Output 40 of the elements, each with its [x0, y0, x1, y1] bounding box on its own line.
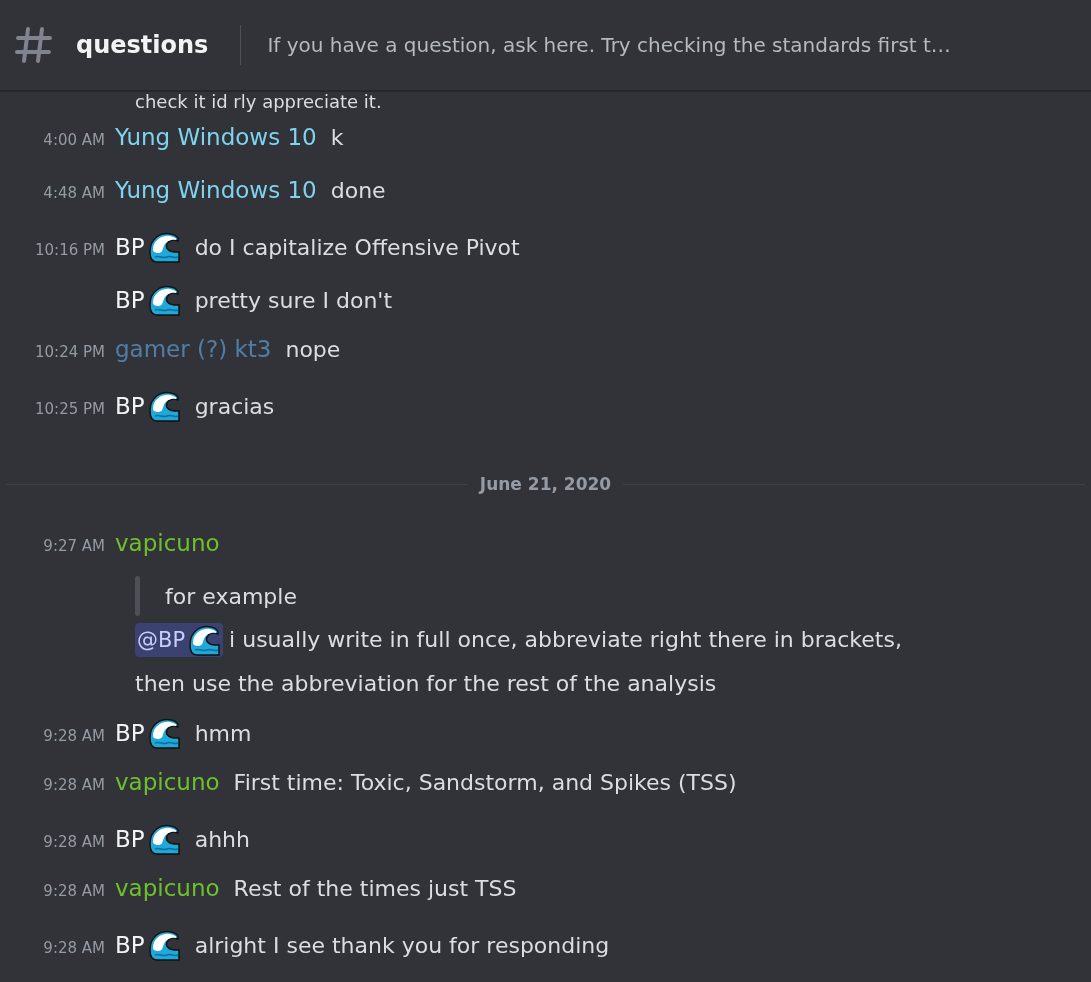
timestamp: 4:00 AM: [42, 131, 105, 149]
username[interactable]: BP: [115, 389, 181, 423]
username[interactable]: vapicuno: [115, 530, 220, 556]
timestamp: 10:16 PM: [34, 241, 105, 259]
timestamp: 4:48 AM: [42, 184, 105, 202]
timestamp: 9:28 AM: [42, 833, 105, 851]
username[interactable]: BP: [115, 716, 181, 750]
user-mention[interactable]: @BP: [135, 623, 224, 657]
username[interactable]: BP: [115, 928, 181, 962]
date-divider: June 21, 2020: [479, 474, 612, 494]
username[interactable]: BP: [115, 230, 181, 264]
timestamp: 9:28 AM: [42, 727, 105, 745]
message-text: Rest of the times just TSS: [233, 876, 517, 901]
timestamp: 10:24 PM: [34, 343, 105, 361]
username[interactable]: BP: [115, 822, 181, 856]
message-text: ahhh: [194, 827, 250, 852]
quote-text: for example: [165, 583, 297, 609]
message-text: pretty sure I don't: [194, 288, 392, 313]
username[interactable]: vapicuno: [115, 875, 220, 901]
message-text: k: [330, 125, 344, 150]
username[interactable]: Yung Windows 10: [115, 124, 317, 150]
message-text: gracias: [194, 394, 275, 419]
message-text: alright I see thank you for responding: [194, 933, 610, 958]
username[interactable]: vapicuno: [115, 769, 220, 795]
channel-topic: If you have a question, ask here. Try checking the standards first t…: [267, 33, 951, 57]
timestamp: 9:28 AM: [42, 882, 105, 900]
message-text: check it id rly appreciate it.: [134, 90, 383, 114]
message-text: First time: Toxic, Sandstorm, and Spikes (TSS): [233, 770, 737, 795]
username[interactable]: BP: [115, 283, 181, 317]
message-text: do I capitalize Offensive Pivot: [194, 235, 520, 260]
username[interactable]: Yung Windows 10: [115, 177, 317, 203]
channel-hash-icon: [14, 25, 54, 65]
channel-name: questions: [76, 31, 209, 59]
timestamp: 9:27 AM: [42, 537, 105, 555]
timestamp: 9:28 AM: [42, 776, 105, 794]
timestamp: 9:28 AM: [42, 939, 105, 957]
message-text: nope: [285, 337, 341, 362]
message-text: hmm: [194, 721, 252, 746]
timestamp: 10:25 PM: [34, 400, 105, 418]
message-text: done: [330, 178, 386, 203]
